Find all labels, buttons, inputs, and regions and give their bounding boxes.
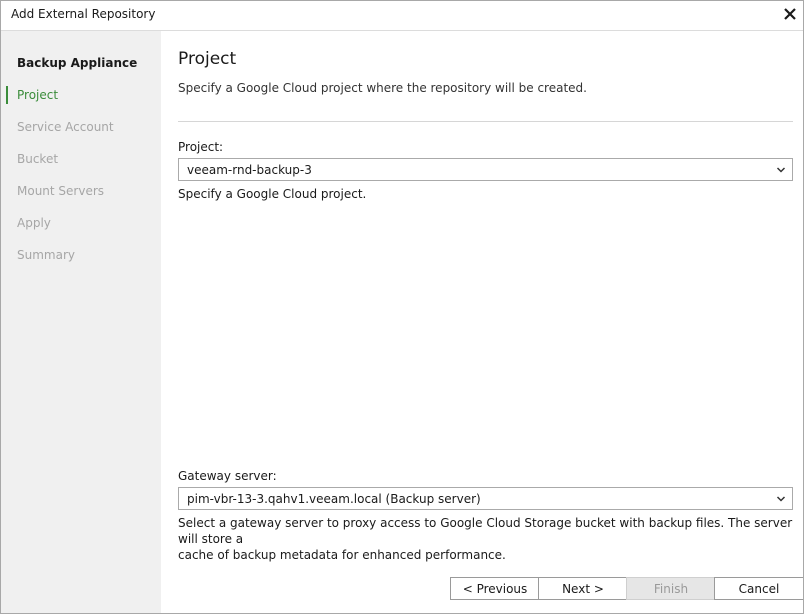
project-select-value: veeam-rnd-backup-3 (187, 163, 312, 177)
step-summary: Summary (17, 248, 75, 262)
cancel-button[interactable]: Cancel (714, 577, 803, 600)
project-hint: Specify a Google Cloud project. (178, 187, 367, 201)
chevron-down-icon (776, 167, 786, 173)
close-icon (784, 8, 796, 20)
gateway-server-hint-line1: Select a gateway server to proxy access … (178, 516, 793, 546)
previous-button[interactable]: < Previous (450, 577, 540, 600)
gateway-server-select[interactable]: pim-vbr-13-3.qahv1.veeam.local (Backup s… (178, 487, 793, 510)
gateway-server-label: Gateway server: (178, 469, 277, 483)
dialog-window: Add External Repository Backup Appliance… (0, 0, 804, 614)
next-button[interactable]: Next > (538, 577, 628, 600)
wizard-steps-sidebar: Backup Appliance Project Service Account… (1, 31, 161, 613)
chevron-down-icon (776, 496, 786, 502)
header-divider (178, 121, 793, 122)
gateway-server-hint: Select a gateway server to proxy access … (178, 515, 803, 563)
main-panel: Project Specify a Google Cloud project w… (162, 31, 803, 613)
step-backup-appliance[interactable]: Backup Appliance (1, 51, 161, 75)
page-description: Specify a Google Cloud project where the… (178, 81, 587, 95)
window-title: Add External Repository (11, 7, 156, 21)
project-select[interactable]: veeam-rnd-backup-3 (178, 158, 793, 181)
page-title: Project (178, 49, 237, 69)
finish-button: Finish (626, 577, 716, 600)
gateway-server-select-value: pim-vbr-13-3.qahv1.veeam.local (Backup s… (187, 492, 481, 506)
step-mount-servers: Mount Servers (17, 184, 105, 198)
gateway-server-hint-line2: cache of backup metadata for enhanced pe… (178, 548, 506, 562)
close-button[interactable] (779, 3, 801, 25)
step-service-account: Service Account (17, 120, 114, 134)
step-project[interactable]: Project (1, 83, 161, 107)
step-apply: Apply (17, 216, 51, 230)
step-bucket: Bucket (17, 152, 59, 166)
title-bar: Add External Repository (1, 1, 803, 31)
project-label: Project: (178, 140, 224, 154)
